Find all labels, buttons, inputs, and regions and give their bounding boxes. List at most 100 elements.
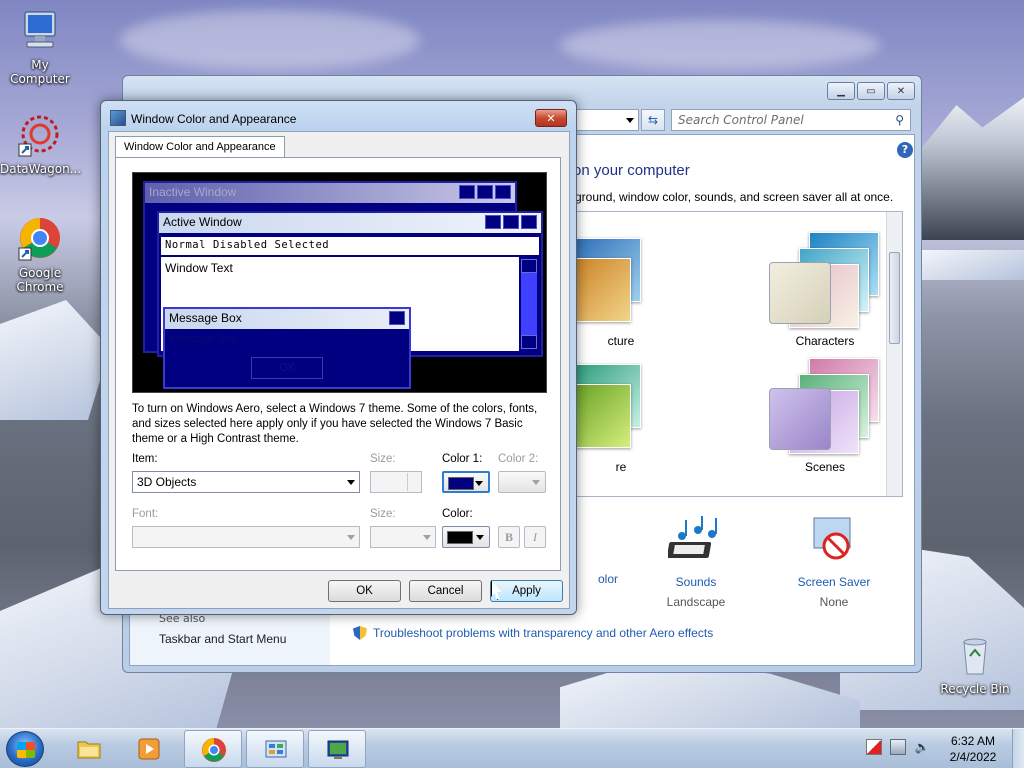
chevron-down-icon: [626, 118, 634, 123]
sounds-link[interactable]: Sounds Landscape: [641, 516, 751, 609]
theme-selection: [769, 388, 831, 450]
color2-label: Color 2:: [498, 453, 539, 465]
sounds-label: Sounds: [675, 575, 717, 589]
themes-scrollbar[interactable]: [886, 212, 902, 496]
theme-thumbnail: [765, 232, 885, 328]
taskbar: 🔈 6:32 AM 2/4/2022: [0, 728, 1024, 768]
theme-item-scenes[interactable]: Scenes: [760, 358, 890, 474]
theme-label: Scenes: [804, 460, 846, 474]
cancel-button[interactable]: Cancel: [409, 580, 482, 602]
recycle-bin-icon: [963, 638, 987, 675]
bold-button[interactable]: B: [498, 526, 520, 548]
dialog-body: Window Color and Appearance Inactive Win…: [108, 131, 570, 609]
troubleshoot-link[interactable]: Troubleshoot problems with transparency …: [353, 626, 713, 640]
preview-scroll-up: [521, 259, 537, 273]
refresh-button[interactable]: ⇆: [641, 109, 665, 131]
theme-selection: [769, 262, 831, 324]
taskbar-control-panel[interactable]: [246, 730, 304, 768]
theme-item-picture[interactable]: cture: [576, 232, 656, 348]
volume-icon[interactable]: 🔈: [914, 739, 930, 755]
aero-info-text: To turn on Windows Aero, select a Window…: [132, 403, 538, 445]
theme-label: re: [615, 460, 627, 474]
chrome-icon: [202, 738, 226, 762]
desktop-icon-label: Recycle Bin: [940, 682, 1010, 696]
theme-thumbnail: [576, 358, 651, 454]
preview-caption-buttons: [389, 311, 405, 325]
desktop-icon-datawagon[interactable]: DataWagon...: [0, 112, 81, 176]
shield-icon: [353, 626, 367, 640]
control-panel-icon: [265, 740, 287, 758]
font-size-select[interactable]: [370, 526, 436, 548]
font-color-picker[interactable]: [442, 526, 490, 548]
theme-thumbnail: [765, 358, 885, 454]
maximize-button[interactable]: ▭: [857, 82, 885, 100]
troubleshoot-label: Troubleshoot problems with transparency …: [373, 626, 714, 640]
scrollbar-thumb[interactable]: [889, 252, 900, 344]
theme-label: Characters: [795, 334, 855, 348]
search-input[interactable]: Search Control Panel ⚲: [671, 109, 911, 131]
themes-list: cture Characters re Scenes: [575, 211, 903, 497]
minimize-button[interactable]: ▁: [827, 82, 855, 100]
chevron-down-icon: [347, 535, 355, 540]
taskbar-start-menu-link[interactable]: Taskbar and Start Menu: [159, 632, 286, 646]
preview-menu-selected: Selected: [274, 239, 330, 251]
desktop-icon-my-computer[interactable]: My Computer: [0, 8, 80, 86]
screen-saver-link[interactable]: Screen Saver None: [779, 516, 889, 609]
font-color-swatch: [447, 531, 473, 544]
ice-floe: [920, 250, 1024, 280]
taskbar-explorer[interactable]: [60, 730, 118, 768]
preview-message-text: Message Text: [169, 333, 237, 345]
italic-button[interactable]: I: [524, 526, 546, 548]
datawagon-icon: [18, 115, 59, 157]
chrome-icon: [18, 218, 60, 261]
system-tray: 🔈: [866, 739, 930, 755]
preview-active-title: Active Window: [159, 213, 541, 233]
desktop-icon-recycle-bin[interactable]: Recycle Bin: [935, 632, 1015, 696]
apply-button[interactable]: Apply: [490, 580, 563, 602]
dialog-app-icon: [110, 110, 126, 126]
font-select[interactable]: [132, 526, 360, 548]
screen-saver-label: Screen Saver: [797, 575, 871, 589]
item-select[interactable]: 3D Objects: [132, 471, 360, 493]
theme-item-characters[interactable]: Characters: [760, 232, 890, 348]
chevron-down-icon: [532, 480, 540, 485]
desktop-icon-google-chrome[interactable]: Google Chrome: [0, 216, 80, 294]
preview-menu-disabled: Disabled: [212, 239, 268, 251]
maximize-icon: ▭: [866, 85, 876, 97]
show-desktop-button[interactable]: [1012, 729, 1024, 768]
desktop-icon-label: My Computer: [10, 58, 70, 86]
help-icon[interactable]: ?: [897, 142, 913, 158]
ok-button[interactable]: OK: [328, 580, 401, 602]
close-button[interactable]: ✕: [887, 82, 915, 100]
preview-menu-normal: Normal: [165, 239, 206, 251]
color2-picker[interactable]: [498, 471, 546, 493]
taskbar-media-player[interactable]: [120, 730, 178, 768]
color1-label: Color 1:: [442, 453, 483, 465]
computer-icon: [24, 11, 56, 48]
tab-panel: Inactive Window Active Window Normal Dis…: [115, 157, 561, 571]
font-color-label: Color:: [442, 508, 473, 520]
spinner-arrows-icon: [407, 473, 420, 491]
network-icon[interactable]: [890, 739, 906, 755]
preview-window-text: Window Text: [165, 261, 233, 275]
chevron-down-icon: [347, 480, 355, 485]
color1-picker[interactable]: [442, 471, 490, 493]
taskbar-window-color[interactable]: [308, 730, 366, 768]
appearance-preview[interactable]: Inactive Window Active Window Normal Dis…: [132, 172, 547, 393]
tab-window-color[interactable]: Window Color and Appearance: [115, 136, 285, 158]
item-size-spinner[interactable]: [370, 471, 422, 493]
preview-scrollbar: [519, 257, 539, 351]
action-center-icon[interactable]: [866, 739, 882, 755]
clock[interactable]: 6:32 AM 2/4/2022: [940, 733, 1006, 765]
preview-caption-buttons: [485, 215, 537, 229]
theme-item-nature[interactable]: re: [576, 358, 656, 474]
clock-time: 6:32 AM: [950, 734, 996, 748]
color1-swatch: [448, 477, 474, 490]
page-subheading: ground, window color, sounds, and screen…: [575, 190, 894, 204]
dialog-close-button[interactable]: ✕: [535, 109, 567, 127]
close-icon: ✕: [896, 85, 906, 97]
preview-ok-button: OK: [251, 357, 323, 379]
start-button[interactable]: [6, 731, 44, 767]
size-label: Size:: [370, 453, 396, 465]
taskbar-chrome[interactable]: [184, 730, 242, 768]
